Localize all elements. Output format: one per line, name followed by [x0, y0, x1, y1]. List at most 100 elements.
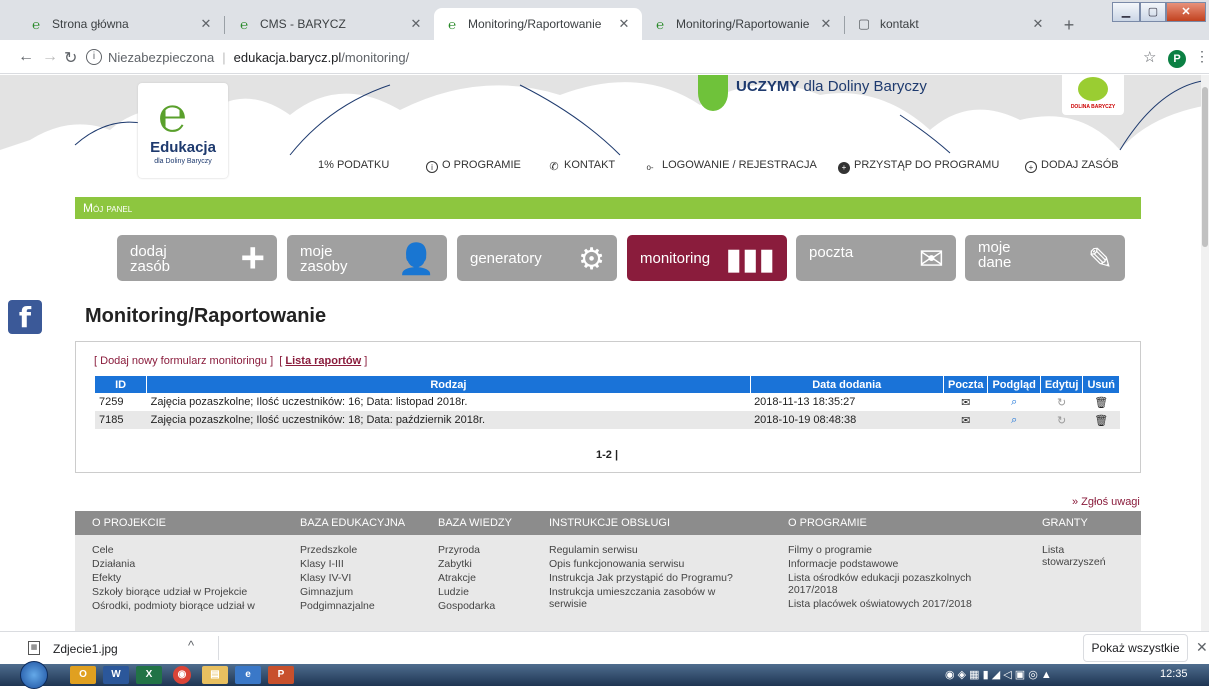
report-list-link[interactable]: Lista raportów: [285, 355, 361, 367]
edit-refresh-icon[interactable]: ↻: [1040, 411, 1083, 429]
browser-tab[interactable]: ℮ CMS - BARYCZ ✕: [226, 8, 434, 40]
address-bar[interactable]: i Niezabezpieczona | edukacja.barycz.pl …: [82, 44, 1148, 70]
footer-link[interactable]: Gimnazjum: [300, 586, 430, 598]
edit-refresh-icon[interactable]: ↻: [1040, 393, 1083, 411]
footer-link[interactable]: Instrukcja umieszczania zasobów w serwis…: [549, 586, 779, 610]
panel-button-my-data[interactable]: moje dane ✎: [965, 235, 1125, 281]
footer-link[interactable]: Ludzie: [438, 586, 543, 598]
footer-link[interactable]: Podgimnazjalne: [300, 600, 430, 612]
download-divider: [218, 636, 219, 660]
start-button[interactable]: [20, 661, 48, 689]
page-scrollbar[interactable]: [1201, 75, 1209, 631]
footer-heading[interactable]: GRANTY: [1042, 517, 1088, 529]
nav-1-percent-tax[interactable]: 1% PODATKU: [318, 159, 389, 171]
browser-tab[interactable]: ▢ kontakt ✕: [846, 8, 1056, 40]
close-tab-icon[interactable]: ✕: [1030, 16, 1046, 32]
pagination[interactable]: 1-2 |: [596, 449, 618, 461]
footer-link[interactable]: Gospodarka: [438, 600, 543, 612]
download-filename[interactable]: Zdjecie1.jpg: [53, 642, 118, 656]
panel-button-generators[interactable]: generatory ⚙: [457, 235, 617, 281]
footer-link[interactable]: Opis funkcjonowania serwisu: [549, 558, 779, 570]
close-tab-icon[interactable]: ✕: [616, 16, 632, 32]
footer-link[interactable]: Przyroda: [438, 544, 543, 556]
panel-button-monitoring[interactable]: monitoring ▮▮▮: [627, 235, 787, 281]
word-icon[interactable]: W: [103, 666, 129, 684]
mail-icon[interactable]: ✉: [943, 393, 987, 411]
browser-tab[interactable]: ℮ Monitoring/Raportowanie ✕: [642, 8, 844, 40]
panel-button-label: moje zasoby: [300, 243, 348, 275]
user-icon: 👤: [397, 243, 435, 276]
nav-about-program[interactable]: i O PROGRAMIE: [426, 159, 521, 173]
facebook-icon[interactable]: f: [8, 300, 42, 334]
footer-heading[interactable]: INSTRUKCJE OBSŁUGI: [549, 517, 670, 529]
reload-icon[interactable]: ↻: [64, 48, 77, 68]
url-host: edukacja.barycz.pl: [233, 49, 342, 65]
close-tab-icon[interactable]: ✕: [818, 16, 834, 32]
footer-link[interactable]: Przedszkole: [300, 544, 430, 556]
chrome-icon[interactable]: ◉: [173, 666, 191, 684]
footer-link[interactable]: Szkoły biorące udział w Projekcie: [92, 586, 282, 598]
back-arrow-icon[interactable]: ←: [18, 48, 34, 66]
system-tray-icons[interactable]: ◉ ◈ ▦ ▮ ◢ ◁ ▣ ◎ ▲: [945, 668, 1052, 681]
minimize-window-button[interactable]: ▁: [1112, 2, 1140, 22]
browser-tab-active[interactable]: ℮ Monitoring/Raportowanie ✕: [434, 8, 642, 40]
footer-heading[interactable]: O PROJEKCIE: [92, 517, 166, 529]
show-all-downloads-button[interactable]: Pokaż wszystkie: [1083, 634, 1188, 662]
panel-button-mail[interactable]: poczta ✉: [796, 235, 956, 281]
footer-link[interactable]: Atrakcje: [438, 572, 543, 584]
panel-button-my-resources[interactable]: moje zasoby 👤: [287, 235, 447, 281]
close-tab-icon[interactable]: ✕: [408, 16, 424, 32]
footer-link[interactable]: Działania: [92, 558, 282, 570]
scrollbar-thumb[interactable]: [1202, 87, 1208, 247]
internet-explorer-icon[interactable]: e: [235, 666, 261, 684]
nav-login-register[interactable]: o- LOGOWANIE / REJESTRACJA: [642, 159, 816, 174]
footer-link[interactable]: Instrukcja Jak przystąpić do Programu?: [549, 572, 779, 584]
panel-button-add-resource[interactable]: dodaj zasób +: [117, 235, 277, 281]
system-clock[interactable]: 12:35: [1160, 668, 1188, 680]
browser-tab[interactable]: ℮ Strona główna ✕: [18, 8, 224, 40]
nav-join-program[interactable]: + PRZYSTĄP DO PROGRAMU: [838, 159, 999, 174]
chevron-up-icon[interactable]: ^: [188, 638, 194, 653]
profile-avatar[interactable]: P: [1168, 50, 1186, 68]
bookmark-star-icon[interactable]: ☆: [1143, 48, 1156, 66]
forward-arrow-icon[interactable]: →: [42, 48, 58, 66]
footer-link[interactable]: Lista placówek oświatowych 2017/2018: [788, 598, 1028, 610]
report-issue-link[interactable]: » Zgłoś uwagi: [1072, 496, 1140, 508]
dolina-baryczy-logo[interactable]: DOLINA BARYCZY: [1062, 75, 1124, 115]
powerpoint-icon[interactable]: P: [268, 666, 294, 684]
footer-heading[interactable]: BAZA EDUKACYJNA: [300, 517, 405, 529]
footer-link[interactable]: Zabytki: [438, 558, 543, 570]
footer-link[interactable]: Lista ośrodków edukacji pozaszkolnych 20…: [788, 572, 1028, 596]
footer-link[interactable]: Cele: [92, 544, 282, 556]
nav-contact[interactable]: ✆ KONTAKT: [548, 159, 615, 174]
mail-icon[interactable]: ✉: [943, 411, 988, 429]
maximize-window-button[interactable]: ▢: [1140, 2, 1166, 22]
footer-link[interactable]: Regulamin serwisu: [549, 544, 779, 556]
report-panel: [ Dodaj nowy formularz monitoringu ] [ L…: [75, 341, 1141, 473]
close-window-button[interactable]: ✕: [1166, 2, 1206, 22]
footer-link[interactable]: Klasy I-III: [300, 558, 430, 570]
info-icon[interactable]: i: [86, 49, 102, 65]
nav-add-resource[interactable]: + DODAJ ZASÓB: [1025, 159, 1119, 173]
magnifier-icon[interactable]: ⌕: [987, 411, 1041, 429]
close-icon[interactable]: ✕: [1196, 639, 1208, 656]
footer-link[interactable]: Lista stowarzyszeń: [1042, 544, 1132, 568]
envelope-icon: ✉: [918, 243, 944, 276]
magnifier-icon[interactable]: ⌕: [988, 393, 1040, 411]
trash-icon[interactable]: 🗑: [1083, 393, 1120, 411]
excel-icon[interactable]: X: [136, 666, 162, 684]
footer-heading[interactable]: O PROGRAMIE: [788, 517, 867, 529]
footer-link[interactable]: Informacje podstawowe: [788, 558, 1028, 570]
footer-link[interactable]: Filmy o programie: [788, 544, 1028, 556]
trash-icon[interactable]: 🗑: [1082, 411, 1120, 429]
new-tab-button[interactable]: +: [1055, 12, 1083, 40]
footer-heading[interactable]: BAZA WIEDZY: [438, 517, 512, 529]
add-monitoring-form-link[interactable]: Dodaj nowy formularz monitoringu: [100, 355, 267, 367]
footer-link[interactable]: Ośrodki, podmioty biorące udział w: [92, 600, 282, 612]
outlook-icon[interactable]: O: [70, 666, 96, 684]
footer-link[interactable]: Efekty: [92, 572, 282, 584]
file-explorer-icon[interactable]: ▤: [202, 666, 228, 684]
footer-link[interactable]: Klasy IV-VI: [300, 572, 430, 584]
browser-menu-icon[interactable]: ⋮: [1195, 48, 1209, 65]
close-tab-icon[interactable]: ✕: [198, 16, 214, 32]
